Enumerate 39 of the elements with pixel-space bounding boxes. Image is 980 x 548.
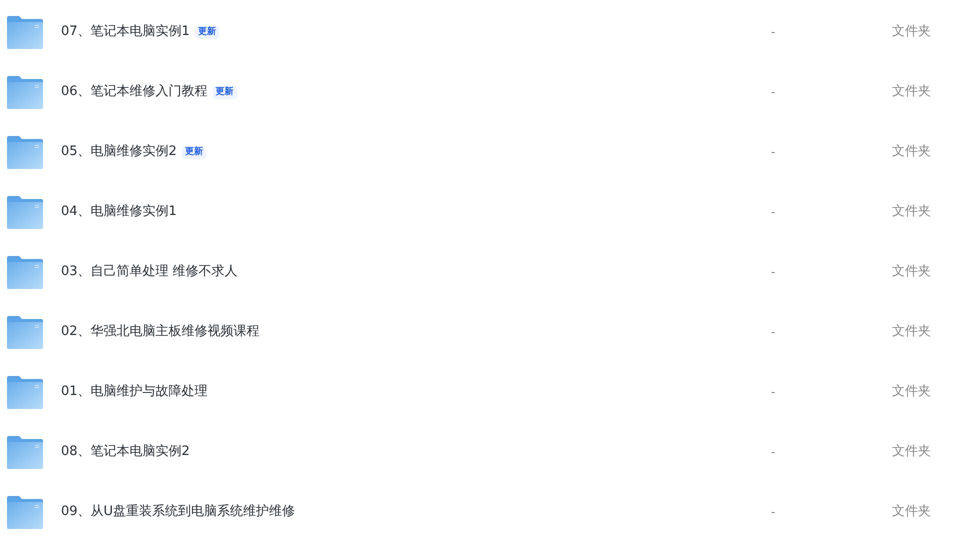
folder-name[interactable]: 05、电脑维修实例2 [61,142,177,162]
folder-name[interactable]: 03、自己简单处理 维修不求人 [61,262,238,282]
file-size: - [770,383,776,402]
update-badge: 更新 [212,86,237,98]
file-type: 文件夹 [892,203,931,222]
folder-name[interactable]: 02、华强北电脑主板维修视频课程 [61,322,260,342]
folder-icon [7,256,43,288]
folder-icon [7,196,43,228]
folder-name[interactable]: 08、笔记本电脑实例2 [61,442,190,462]
file-size: - [770,503,776,522]
file-type: 文件夹 [892,443,931,462]
file-size: - [770,203,776,222]
folder-icon [7,376,43,408]
folder-name[interactable]: 06、笔记本维修入门教程 [61,82,208,102]
update-badge: 更新 [194,26,219,38]
file-size: - [770,23,776,42]
folder-icon [7,76,43,108]
folder-name[interactable]: 01、电脑维护与故障处理 [61,382,208,402]
file-size: - [770,323,776,342]
folder-icon [7,496,43,528]
file-size: - [770,143,776,162]
file-size: - [770,83,776,102]
folder-name[interactable]: 07、笔记本电脑实例1 [61,22,190,42]
folder-icon [7,316,43,348]
folder-icon [7,16,43,48]
update-badge: 更新 [182,146,206,158]
file-type: 文件夹 [892,323,931,342]
file-type: 文件夹 [892,83,931,102]
folder-icon [7,136,43,168]
file-type: 文件夹 [892,143,931,162]
file-size: - [770,263,776,282]
folder-icon [7,436,43,468]
file-size: - [770,443,776,462]
file-type: 文件夹 [892,383,931,402]
file-type: 文件夹 [892,23,931,42]
folder-name[interactable]: 09、从U盘重装系统到电脑系统维护维修 [61,502,296,522]
file-type: 文件夹 [892,503,931,522]
folder-name[interactable]: 04、电脑维修实例1 [61,202,177,222]
file-type: 文件夹 [892,263,931,282]
